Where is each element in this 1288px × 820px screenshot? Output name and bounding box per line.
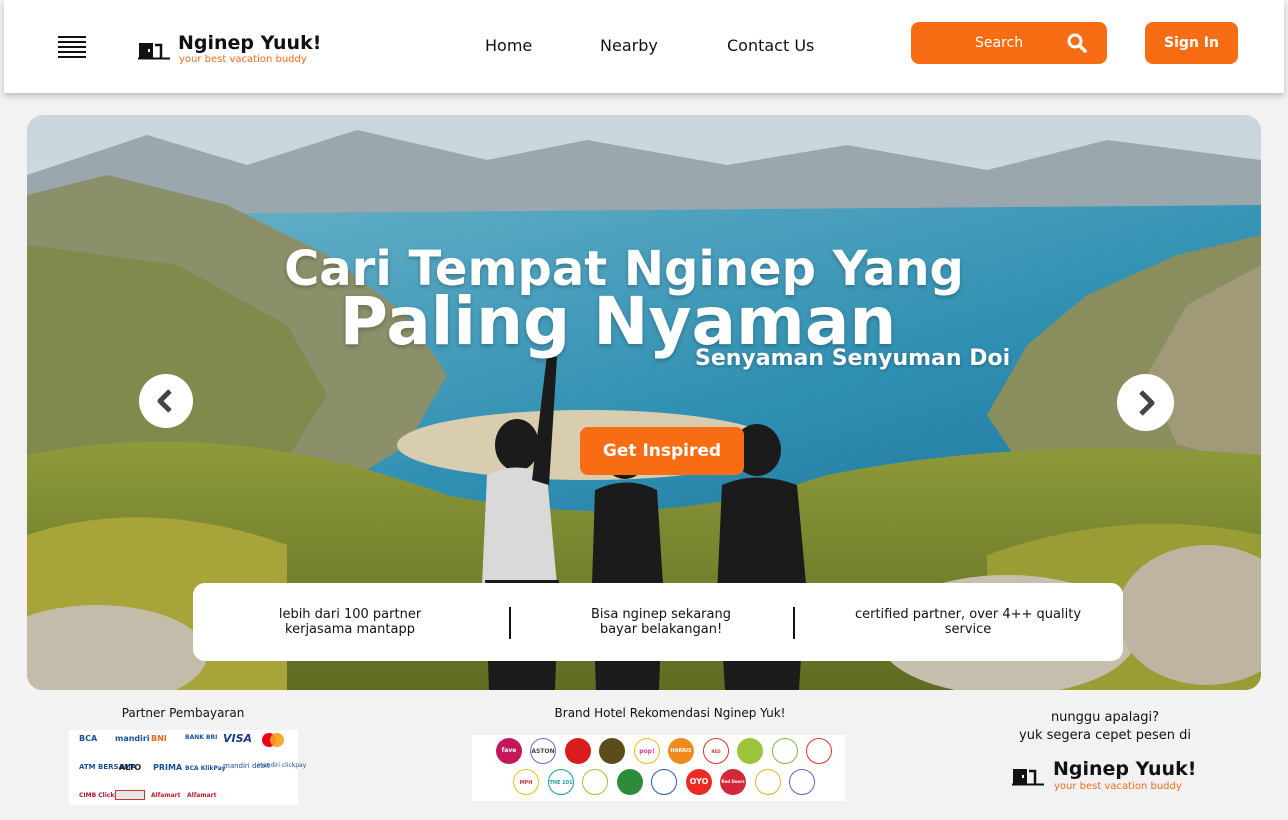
hotel-brand-logo: [806, 738, 832, 764]
carousel-prev-button[interactable]: [139, 374, 193, 428]
sign-in-button[interactable]: Sign In: [1145, 22, 1238, 64]
search-label: Search: [975, 35, 1024, 51]
feature-item: lebih dari 100 partner kerjasama mantapp: [255, 607, 445, 637]
hotel-brands-title: Brand Hotel Rekomendasi Nginep Yuk!: [554, 706, 786, 720]
feature-divider: [793, 607, 795, 639]
payment-logo: VISA: [223, 732, 253, 745]
payment-logo: mandiri: [115, 734, 150, 743]
brand-tagline: your best vacation buddy: [179, 54, 307, 65]
hotel-brand-logo: OYO: [686, 769, 712, 795]
feature-text: kerjasama mantapp: [285, 622, 415, 637]
hotel-brand-logo: [565, 738, 591, 764]
brand-tagline: your best vacation buddy: [1054, 781, 1182, 792]
feature-text: Bisa nginep sekarang: [591, 607, 731, 622]
hotel-brand-logo: [617, 769, 643, 795]
hotel-brand-logo: Red Doorz: [720, 769, 746, 795]
hotel-brand-logo: ASTON: [530, 738, 556, 764]
feature-divider: [509, 607, 511, 639]
mastercard-icon: [262, 733, 284, 747]
door-logo-icon: [138, 43, 170, 60]
brand-name: Nginep Yuuk!: [1053, 758, 1197, 780]
hero-banner: Cari Tempat Nginep Yang Paling Nyaman Se…: [27, 115, 1261, 690]
payment-logo: ALTO: [119, 763, 142, 772]
payment-logo: mandiri clickpay: [257, 762, 307, 769]
hotel-brands-logos: fave ASTON pop! HARRIS RED PLANET MPH TH…: [472, 735, 845, 801]
hotel-brand-logo: [599, 738, 625, 764]
hotel-brand-logo: THE 101: [548, 769, 574, 795]
get-inspired-button[interactable]: Get Inspired: [580, 427, 744, 475]
hotel-brand-logo: fave: [496, 738, 522, 764]
top-navbar: Nginep Yuuk! your best vacation buddy Ho…: [4, 0, 1284, 93]
hotel-brand-logo: [755, 769, 781, 795]
payment-logo: BCA: [79, 734, 98, 743]
door-logo-icon: [1012, 769, 1044, 786]
carousel-next-button[interactable]: [1117, 374, 1174, 431]
payment-logo: PRIMA: [153, 763, 183, 772]
payment-logo: Alfamart: [187, 792, 217, 799]
hotel-brand-logo: [651, 769, 677, 795]
search-icon: [1067, 33, 1087, 53]
brand-name: Nginep Yuuk!: [178, 32, 322, 54]
hotel-brand-logo: [772, 738, 798, 764]
feature-item: certified partner, over 4++ quality serv…: [833, 607, 1103, 637]
payment-logo: BCA KlikPay: [185, 765, 226, 772]
hotel-brand-logo: [582, 769, 608, 795]
features-card: lebih dari 100 partner kerjasama mantapp…: [193, 583, 1123, 661]
search-button[interactable]: Search: [911, 22, 1107, 64]
hotel-brand-logo: RED PLANET: [703, 738, 729, 764]
feature-text: service: [944, 622, 992, 637]
nav-contact-us[interactable]: Contact Us: [727, 36, 814, 55]
hotel-brand-logo: [737, 738, 763, 764]
hotel-brand-logo: [789, 769, 815, 795]
payment-logo: BANK BRI: [185, 734, 218, 741]
chevron-right-icon: [1139, 390, 1155, 416]
payment-partners-title: Partner Pembayaran: [121, 706, 245, 720]
feature-text: lebih dari 100 partner: [278, 607, 422, 622]
footer-cta-line2: yuk segera cepet pesen di: [1019, 728, 1191, 743]
payment-partners-logos: BCA mandiri BNI BANK BRI VISA ATM BERSAM…: [69, 730, 306, 805]
hero-subtitle: Senyaman Senyuman Doi: [695, 346, 1011, 371]
nav-nearby[interactable]: Nearby: [600, 36, 658, 55]
chevron-left-icon: [157, 389, 172, 413]
feature-text: bayar belakangan!: [599, 622, 723, 637]
hero-title-line2: Paling Nyaman: [339, 283, 897, 360]
hotel-brand-logo: HARRIS: [668, 738, 694, 764]
payment-logo: CIMB Clicks: [79, 792, 118, 799]
hotel-brand-logo: pop!: [634, 738, 660, 764]
feature-item: Bisa nginep sekarang bayar belakangan!: [563, 607, 759, 637]
feature-text: certified partner, over 4++ quality: [854, 607, 1082, 622]
hotel-brand-logo: MPH: [513, 769, 539, 795]
footer-cta-line1: nunggu apalagi?: [1050, 710, 1160, 725]
nav-home[interactable]: Home: [485, 36, 532, 55]
payment-logo-badge: [115, 790, 145, 800]
payment-logo: BNI: [151, 734, 167, 743]
hamburger-menu-icon[interactable]: [58, 33, 86, 58]
payment-logo: Alfamart: [151, 792, 181, 799]
